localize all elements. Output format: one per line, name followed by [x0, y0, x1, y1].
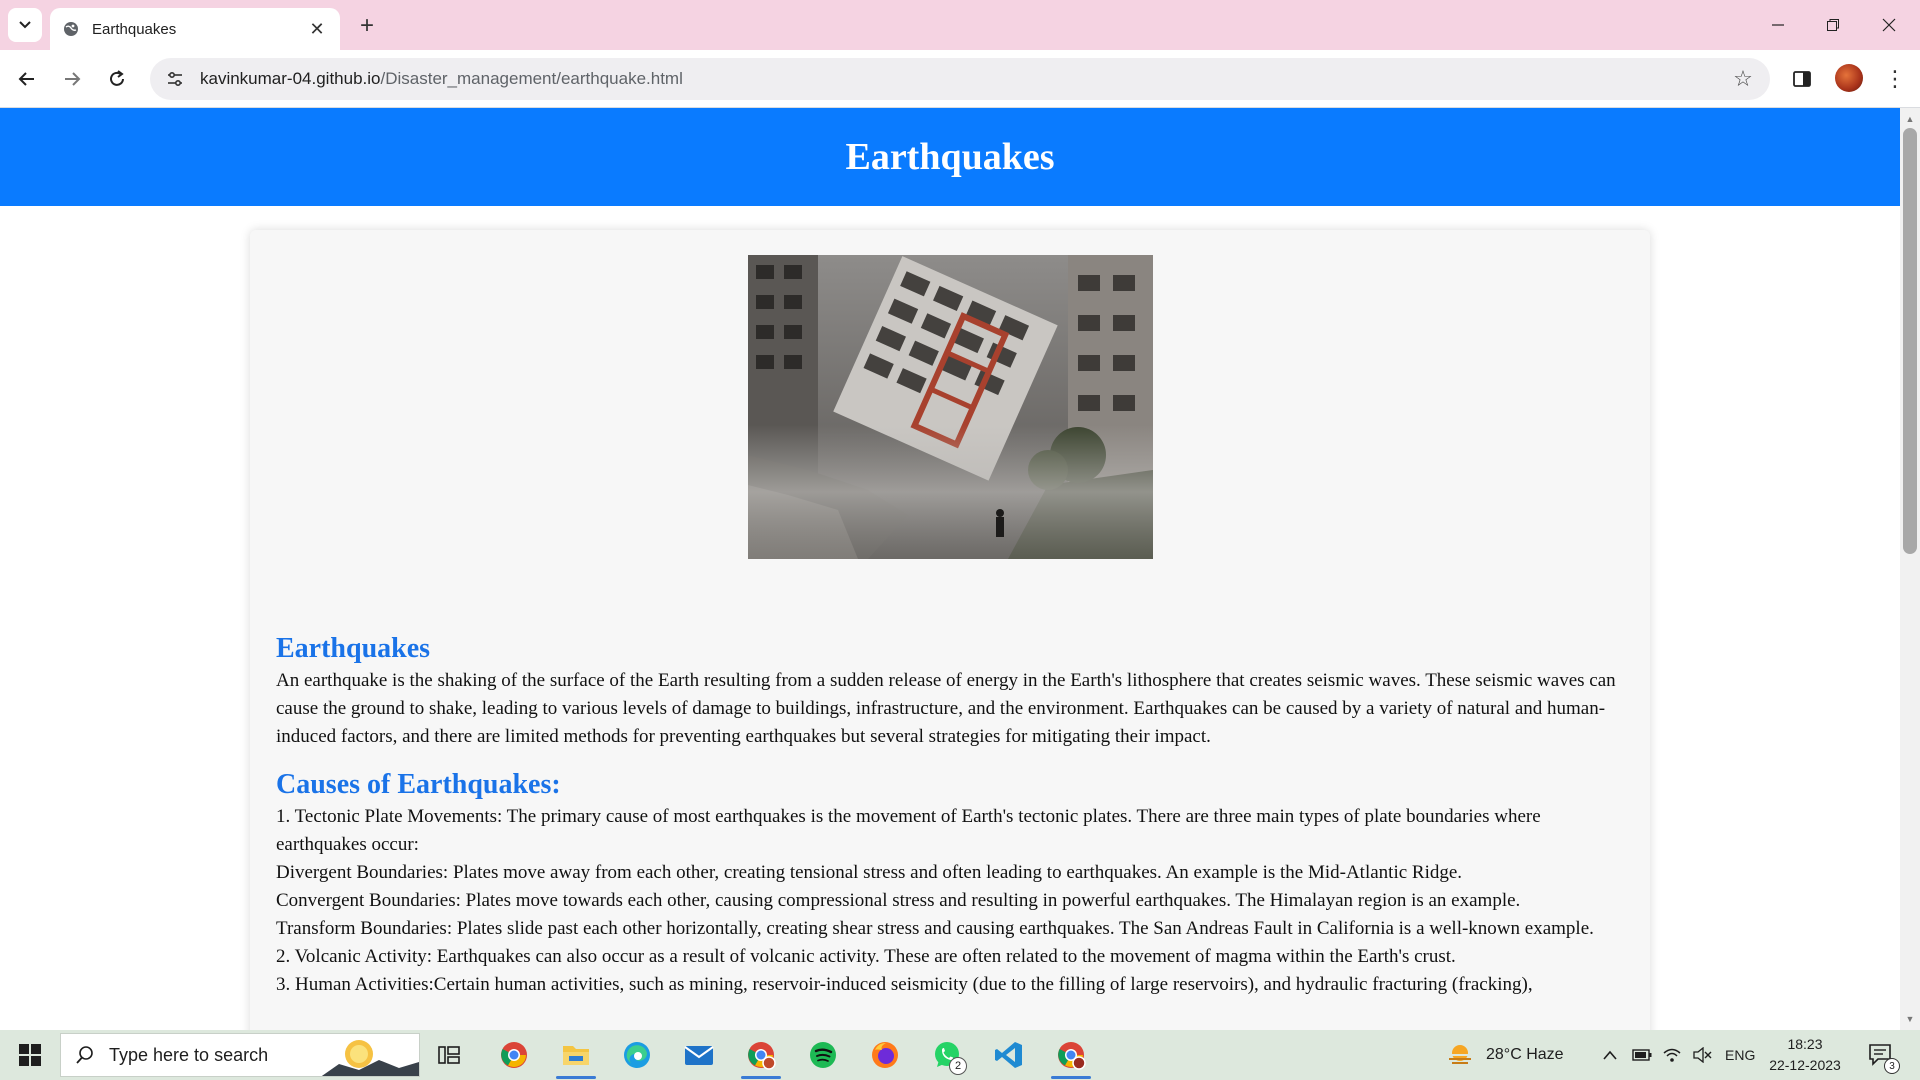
cause-item: 2. Volcanic Activity: Earthquakes can al…: [276, 946, 1456, 967]
battery-icon: [1632, 1049, 1652, 1061]
page-title: Earthquakes: [845, 136, 1055, 178]
taskbar-file-explorer-button[interactable]: [552, 1035, 600, 1079]
site-info-icon[interactable]: [164, 68, 186, 90]
folder-icon: [563, 1046, 589, 1065]
taskbar: Type here to search 2 28°C Haze ENG 18:2…: [0, 1030, 1920, 1080]
notifications-button[interactable]: 3: [1868, 1030, 1900, 1080]
page-header: Earthquakes: [0, 108, 1900, 206]
taskbar-search-input[interactable]: Type here to search: [60, 1033, 420, 1077]
close-tab-icon[interactable]: ✕: [306, 18, 328, 40]
tab-search-button[interactable]: [8, 8, 42, 42]
url-host: kavinkumar-04.github.io: [200, 69, 381, 88]
arrow-right-icon: [65, 72, 81, 86]
vscode-icon: [995, 1042, 1022, 1068]
volume-indicator[interactable]: [1692, 1030, 1712, 1080]
taskbar-chrome-profile-button[interactable]: [737, 1035, 785, 1079]
close-icon: [1882, 18, 1896, 32]
minimize-icon: [1772, 24, 1784, 26]
spotify-icon: [810, 1042, 836, 1068]
show-hidden-icons-button[interactable]: [1602, 1030, 1618, 1080]
clock-date: 22-12-2023: [1769, 1057, 1841, 1073]
chrome-icon: [501, 1042, 527, 1068]
firefox-icon: [872, 1042, 898, 1068]
clock-time: 18:23: [1787, 1036, 1823, 1052]
task-view-icon: [438, 1046, 460, 1064]
reload-button[interactable]: [100, 62, 134, 96]
whatsapp-badge: 2: [949, 1057, 967, 1075]
side-panel-icon: [1793, 71, 1811, 87]
intro-paragraph: An earthquake is the shaking of the surf…: [276, 670, 1616, 747]
scroll-up-arrow-icon[interactable]: ▲: [1900, 110, 1920, 128]
url-path: /Disaster_management/earthquake.html: [380, 69, 683, 88]
forward-button[interactable]: [55, 62, 89, 96]
scroll-thumb[interactable]: [1903, 128, 1917, 554]
bookmark-star-icon[interactable]: ☆: [1730, 66, 1756, 92]
haze-icon: [1449, 1045, 1471, 1064]
cause-item: 1. Tectonic Plate Movements: The primary…: [276, 806, 1541, 855]
restore-icon: [1827, 19, 1839, 31]
taskbar-vscode-button[interactable]: [985, 1035, 1033, 1075]
cause-item: 3. Human Activities:Certain human activi…: [276, 974, 1533, 995]
notification-badge: 3: [1884, 1058, 1900, 1074]
taskbar-firefox-button[interactable]: [861, 1035, 909, 1075]
cause-item: Convergent Boundaries: Plates move towar…: [276, 890, 1521, 911]
intro-heading: Earthquakes: [276, 633, 431, 664]
weather-text: 28°C Haze: [1486, 1046, 1564, 1063]
edge-icon: [624, 1042, 650, 1068]
causes-heading: Causes of Earthquakes:: [276, 769, 561, 800]
search-icon: [76, 1046, 93, 1064]
taskbar-chrome-active-button[interactable]: [1047, 1035, 1095, 1079]
side-panel-button[interactable]: [1785, 62, 1819, 96]
volume-muted-icon: [1693, 1047, 1712, 1063]
taskbar-chrome-button[interactable]: [490, 1035, 538, 1075]
close-window-button[interactable]: [1866, 8, 1912, 42]
url-text[interactable]: kavinkumar-04.github.io/Disaster_managem…: [200, 69, 1730, 89]
windows-logo-icon: [19, 1044, 41, 1066]
minimize-button[interactable]: [1755, 8, 1801, 42]
task-view-button[interactable]: [425, 1035, 473, 1075]
chevron-down-icon: [19, 21, 31, 29]
taskbar-mail-button[interactable]: [675, 1035, 723, 1075]
page-scrollbar[interactable]: ▲ ▼: [1900, 108, 1920, 1030]
weather-widget[interactable]: 28°C Haze: [1446, 1030, 1564, 1080]
windows-start-button[interactable]: [10, 1039, 50, 1071]
page-viewport: Earthquakes Earthquakes An earthquake is…: [0, 108, 1900, 1030]
search-highlight-image: [321, 1040, 419, 1076]
globe-icon: [62, 20, 80, 38]
arrow-left-icon: [18, 72, 34, 86]
mail-icon: [684, 1046, 714, 1065]
network-indicator[interactable]: [1662, 1030, 1682, 1080]
taskbar-clock[interactable]: 18:23 22-12-2023: [1745, 1034, 1865, 1076]
profile-avatar[interactable]: [1835, 64, 1863, 92]
new-tab-button[interactable]: +: [352, 11, 382, 41]
cause-item: Divergent Boundaries: Plates move away f…: [276, 862, 1463, 883]
earthquake-photo: [747, 255, 1153, 559]
content-card: Earthquakes An earthquake is the shaking…: [250, 230, 1650, 1030]
cause-item: Transform Boundaries: Plates slide past …: [276, 918, 1594, 939]
search-placeholder: Type here to search: [109, 1044, 269, 1065]
browser-toolbar: kavinkumar-04.github.io/Disaster_managem…: [0, 50, 1920, 108]
taskbar-edge-button[interactable]: [613, 1035, 661, 1075]
tab-earthquakes[interactable]: Earthquakes ✕: [50, 8, 340, 50]
address-bar[interactable]: kavinkumar-04.github.io/Disaster_managem…: [150, 58, 1770, 100]
tab-title: Earthquakes: [92, 20, 177, 38]
browser-menu-icon[interactable]: ⋮: [1880, 62, 1910, 96]
reload-icon: [110, 70, 124, 86]
chevron-up-icon: [1603, 1050, 1617, 1060]
wifi-icon: [1663, 1048, 1681, 1062]
taskbar-whatsapp-button[interactable]: 2: [923, 1035, 971, 1075]
article-content: Earthquakes An earthquake is the shaking…: [276, 631, 1624, 999]
taskbar-spotify-button[interactable]: [799, 1035, 847, 1075]
tab-strip: Earthquakes ✕ +: [0, 0, 1920, 50]
back-button[interactable]: [10, 62, 44, 96]
scroll-down-arrow-icon[interactable]: ▼: [1900, 1010, 1920, 1028]
restore-button[interactable]: [1810, 8, 1856, 42]
chrome-active-icon: [1058, 1042, 1086, 1070]
chrome-profile-icon: [748, 1042, 776, 1070]
battery-indicator[interactable]: [1632, 1030, 1652, 1080]
